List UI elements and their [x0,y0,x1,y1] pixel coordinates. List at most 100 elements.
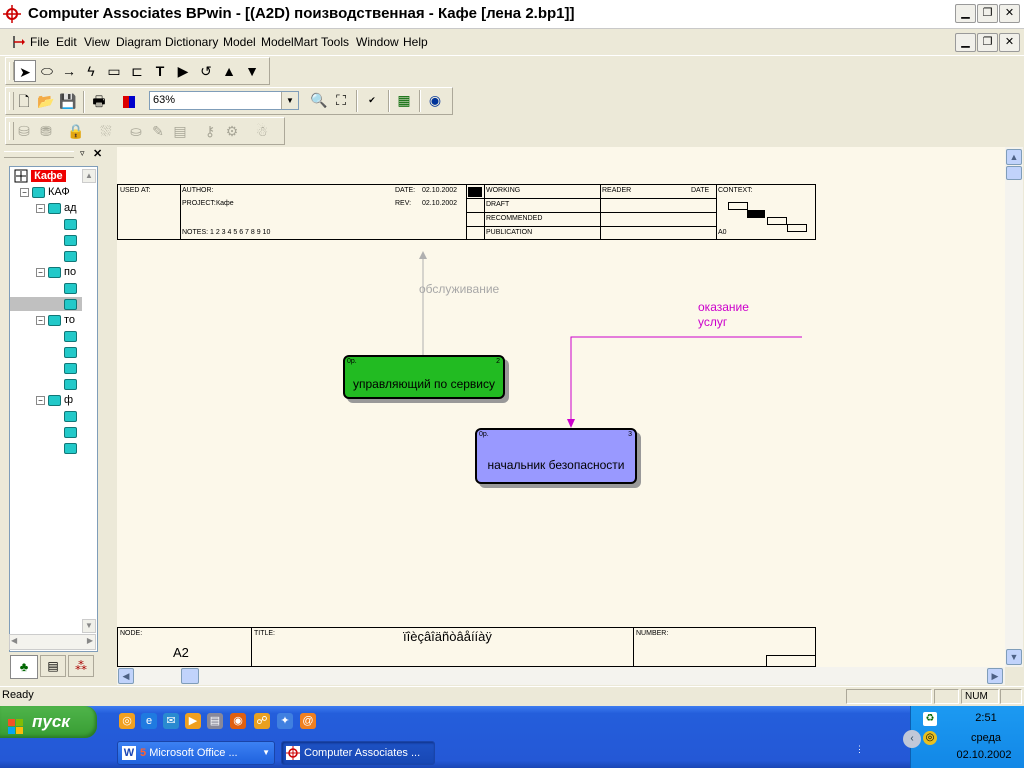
network-icon[interactable]: ✦ [277,713,293,729]
save-icon[interactable]: 💾 [57,90,79,112]
panel-dock-icon[interactable]: ▿ [80,148,85,159]
canvas-vscrollbar[interactable]: ▲ ▼ [1005,147,1023,667]
tree-item[interactable]: − по [36,265,76,279]
spell-check-icon[interactable]: ✔ [361,89,383,111]
squiggle-tool-icon[interactable]: ϟ [80,60,102,82]
scroll-thumb[interactable] [1006,166,1022,180]
arrow-label-obsluzhivanie[interactable]: обслуживание [419,282,499,296]
menu-view[interactable]: View [84,35,110,49]
scroll-right-icon[interactable]: ▶ [987,668,1003,684]
status-text: Ready [2,689,34,701]
menu-edit[interactable]: Edit [56,35,77,49]
menu-diagram[interactable]: Diagram [116,35,161,49]
new-file-icon[interactable]: 🗋 [13,90,35,112]
tree-scroll-up-icon[interactable]: ▲ [82,169,96,183]
tree-item[interactable]: − КАФ [20,185,70,199]
color-palette-icon[interactable] [118,90,140,112]
activity-box-nachalnik[interactable]: 0р. 3 начальник безопасности [475,428,637,484]
tree-item[interactable] [64,425,80,439]
tree-item[interactable] [64,377,80,391]
restore-button[interactable]: ❐ [977,4,998,23]
tree-scroll-right-icon[interactable]: ▶ [87,636,93,645]
tree-item[interactable] [64,361,80,375]
modelmart-icon[interactable]: ◉ [424,89,446,111]
junction-tool-icon[interactable]: ⊏ [126,60,148,82]
print-icon[interactable]: 🖶 [88,90,110,112]
tab-diagrams-icon[interactable]: ▤ [40,655,66,677]
model-explorer-icon[interactable]: ▦ [393,89,415,111]
media-player-icon[interactable]: ▶ [185,713,201,729]
firefox-icon[interactable]: ◉ [230,713,246,729]
tree-scroll-left-icon[interactable]: ◀ [11,636,17,645]
scroll-down-icon[interactable]: ▼ [1006,649,1022,665]
scroll-up-icon[interactable]: ▲ [1006,149,1022,165]
zoom-fit-icon[interactable]: ⛶ [330,89,352,111]
tree-root[interactable]: Кафе [14,169,66,183]
menu-tools[interactable]: Tools [321,35,349,49]
zoom-in-icon[interactable]: 🔍 [308,89,330,111]
tree-scroll-down-icon[interactable]: ▼ [82,619,96,633]
messenger-icon[interactable]: ☍ [254,713,270,729]
mdi-minimize-button[interactable]: ▁ [955,33,976,52]
activity-box-tool-icon[interactable]: ⬭ [36,60,58,82]
start-button[interactable]: пуск [0,706,97,738]
tree-item[interactable] [64,409,80,423]
panel-close-icon[interactable]: ✕ [93,147,102,160]
tab-activities-icon[interactable]: ♣ [10,655,38,679]
clock-time[interactable]: 2:51 [951,712,1021,724]
rectangle-tool-icon[interactable]: ▭ [103,60,125,82]
tree-item[interactable] [64,249,80,263]
menu-modelmart[interactable]: ModelMart [261,35,318,49]
tree-item[interactable] [64,345,80,359]
tree-item[interactable] [64,441,80,455]
mdi-close-button[interactable]: ✕ [999,33,1020,52]
menu-window[interactable]: Window [356,35,399,49]
desktop-icon[interactable]: ▤ [207,713,223,729]
tree-item[interactable]: − ф [36,393,73,407]
windows-logo-icon [8,714,24,734]
outlook-icon[interactable]: ✉ [163,713,179,729]
ie-icon[interactable]: e [141,713,157,729]
precedence-arrow-tool-icon[interactable]: → [58,60,80,82]
tree-item[interactable] [64,329,80,343]
task-computer-associates[interactable]: Computer Associates ... [281,741,435,765]
tree-hscrollbar[interactable]: ◀ ▶ [9,634,96,650]
tray-expand-icon[interactable]: ‹ [903,730,921,748]
tree-item[interactable] [64,233,80,247]
chevron-down-icon[interactable]: ▼ [281,92,298,109]
activity-box-upravlyayushchiy[interactable]: 0р. 2 управляющий по сервису [343,355,505,399]
tree-item[interactable] [64,281,80,295]
open-folder-icon[interactable]: 📂 [35,90,57,112]
go-down-icon[interactable]: ▼ [241,60,263,82]
scroll-left-icon[interactable]: ◀ [118,668,134,684]
close-button[interactable]: ✕ [999,4,1020,23]
hscroll-thumb[interactable] [181,668,199,684]
arrow-label-uslug[interactable]: услуг [698,315,727,329]
zoom-select[interactable]: 63% ▼ [149,91,299,110]
menu-help[interactable]: Help [403,35,428,49]
quicklaunch-icon[interactable]: ◎ [119,713,135,729]
tree-item[interactable] [64,297,80,311]
minimize-button[interactable]: ▁ [955,4,976,23]
mdi-restore-button[interactable]: ❐ [977,33,998,52]
task-microsoft-office[interactable]: W 5 Microsoft Office ... ▼ [117,741,275,765]
menu-file[interactable]: File [30,35,49,49]
system-tray: ♻ ‹ ◎ 2:51 среда 02.10.2002 [903,706,1024,768]
tab-objects-icon[interactable]: ⁂ [68,655,94,677]
rotate-icon[interactable]: ↺ [195,60,217,82]
pointer-tool-icon[interactable]: ➤ [14,60,36,82]
tray-notification-icon[interactable]: ◎ [923,731,937,745]
go-up-icon[interactable]: ▲ [218,60,240,82]
tree-item[interactable]: − ад [36,201,77,215]
tray-app-icon[interactable]: ♻ [923,712,937,726]
text-tool-icon[interactable]: T [149,60,171,82]
arrow-label-okazanie[interactable]: оказание [698,300,749,314]
tree-item[interactable]: − то [36,313,75,327]
mail-icon[interactable]: @ [300,713,316,729]
canvas-hscrollbar[interactable]: ◀ ▶ [117,667,1005,685]
tree-item[interactable] [64,217,80,231]
model-tree[interactable]: Кафе ▲ ▼ − КАФ − ад − по − то − ф [9,166,98,652]
menu-dictionary[interactable]: Dictionary [165,35,218,49]
menu-model[interactable]: Model [223,35,256,49]
go-to-child-icon[interactable]: ▶ [172,60,194,82]
